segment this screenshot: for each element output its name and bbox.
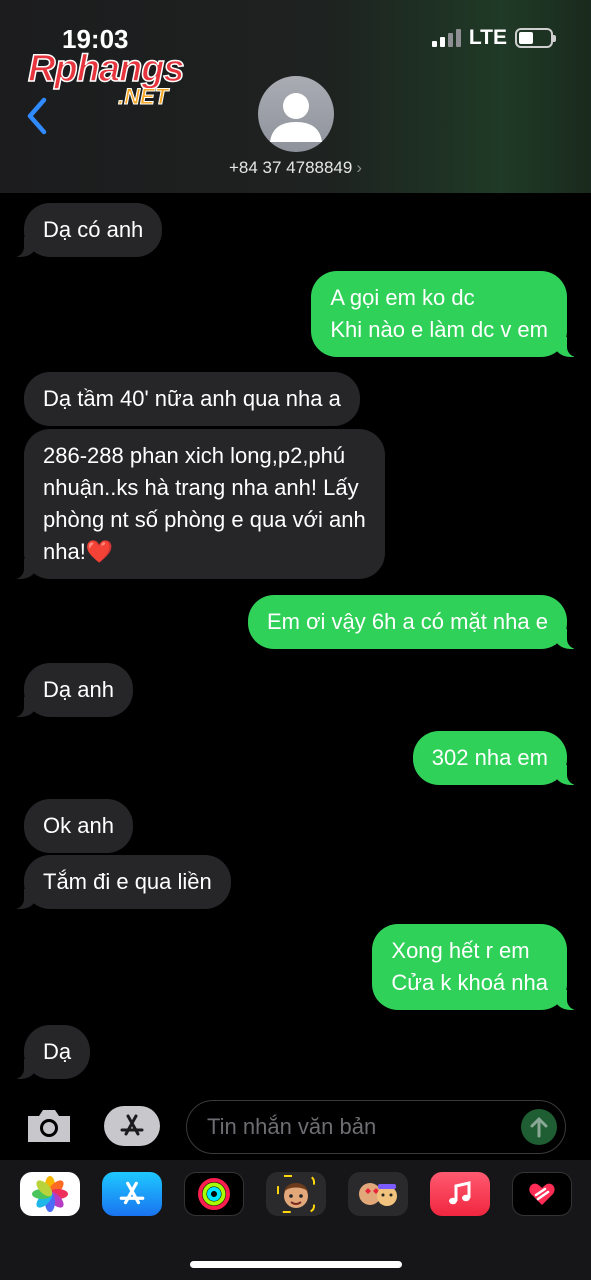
app-store-glyph-icon — [119, 1181, 145, 1205]
memoji-app-icon[interactable] — [266, 1172, 326, 1216]
memoji-stickers-app-icon[interactable] — [348, 1172, 408, 1216]
camera-icon — [28, 1110, 70, 1142]
photos-petals-icon — [32, 1176, 68, 1212]
message-bubble-outgoing[interactable]: A gọi em ko dc Khi nào e làm dc v em — [311, 271, 581, 357]
app-store-app-icon[interactable] — [102, 1172, 162, 1216]
message-bubble-incoming[interactable]: 286-288 phan xich long,p2,phú nhuận..ks … — [10, 429, 385, 579]
conversation-header: 19:03 LTE Rphangs .NET +84 37 4788849 › — [0, 0, 591, 193]
music-app-icon[interactable] — [430, 1172, 490, 1216]
message-bubble-outgoing[interactable]: Xong hết r em Cửa k khoá nha — [372, 924, 581, 1010]
app-store-button[interactable] — [104, 1106, 160, 1146]
music-note-icon — [449, 1181, 471, 1205]
contact-avatar[interactable] — [258, 76, 334, 152]
chevron-left-icon — [27, 97, 47, 135]
signal-icon — [431, 29, 461, 47]
person-icon — [270, 93, 322, 142]
memoji-stickers-icon — [359, 1183, 397, 1206]
message-input-placeholder: Tin nhắn văn bản — [207, 1114, 377, 1139]
message-input[interactable]: Tin nhắn văn bản — [186, 1100, 566, 1154]
activity-app-icon[interactable] — [184, 1172, 244, 1216]
message-bubble-outgoing[interactable]: 302 nha em — [412, 731, 582, 785]
memoji-face-icon — [277, 1175, 315, 1213]
message-bubble-incoming[interactable]: Tắm đi e qua liền — [10, 855, 231, 909]
digital-touch-app-icon[interactable] — [512, 1172, 572, 1216]
message-bubble-incoming[interactable]: Dạ tầm 40' nữa anh qua nha a — [24, 372, 360, 426]
send-button[interactable] — [521, 1109, 557, 1145]
contact-name-button[interactable]: +84 37 4788849 › — [0, 158, 591, 178]
chevron-right-icon: › — [356, 158, 363, 177]
heart-touch-icon — [529, 1183, 555, 1205]
message-bubble-incoming[interactable]: Dạ — [9, 1025, 91, 1079]
message-bubble-incoming[interactable]: Ok anh — [24, 799, 133, 853]
activity-rings-icon — [198, 1178, 230, 1210]
watermark-suffix: .NET — [117, 84, 169, 110]
network-label: LTE — [468, 26, 507, 49]
app-store-icon — [120, 1114, 144, 1136]
message-bubble-incoming[interactable]: Dạ có anh — [9, 203, 163, 257]
camera-button[interactable] — [24, 1106, 74, 1146]
photos-app-icon[interactable] — [20, 1172, 80, 1216]
message-bubble-outgoing[interactable]: Em ơi vậy 6h a có mặt nha e — [247, 595, 582, 649]
battery-icon — [515, 28, 556, 48]
status-indicators: LTE — [431, 26, 556, 50]
contact-number: +84 37 4788849 — [228, 158, 353, 177]
back-button[interactable] — [22, 96, 52, 136]
home-indicator[interactable] — [190, 1261, 402, 1268]
message-bubble-incoming[interactable]: Dạ anh — [10, 663, 133, 717]
watermark-logo: Rphangs .NET — [27, 47, 185, 109]
arrow-up-icon — [530, 1117, 548, 1138]
